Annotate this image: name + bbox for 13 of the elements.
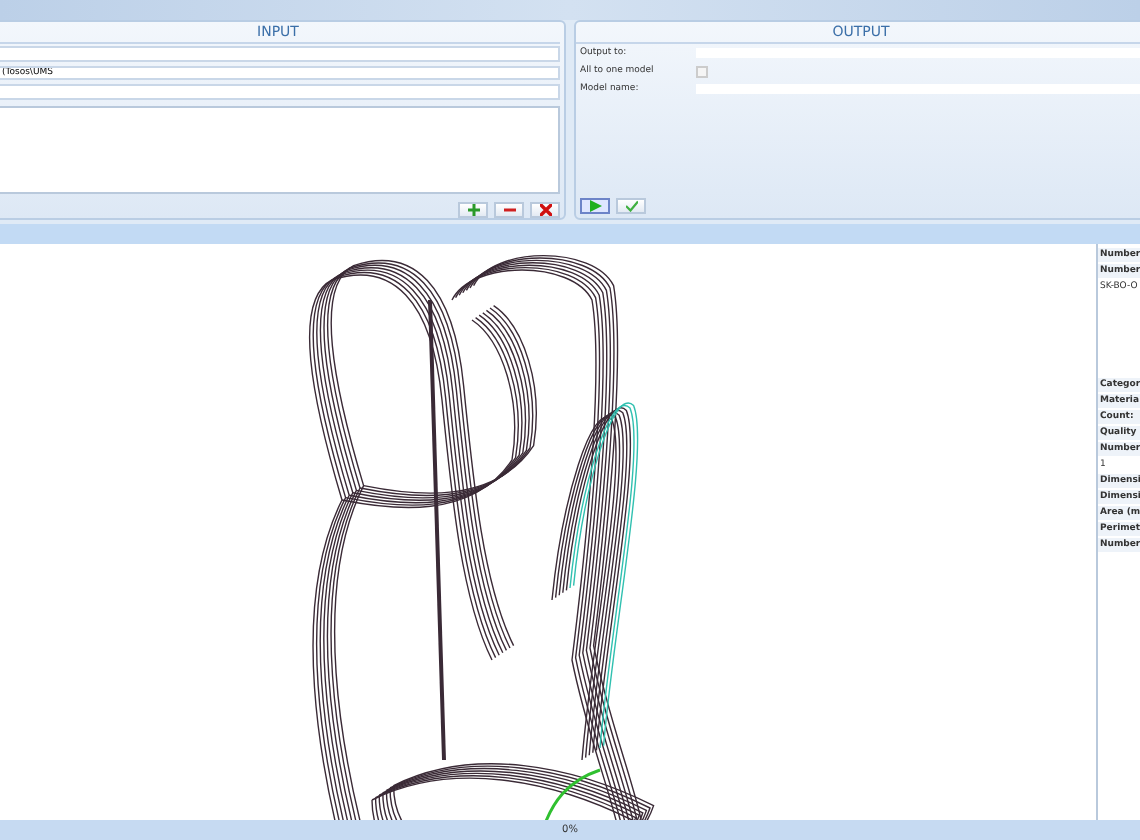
confirm-button[interactable]	[616, 198, 646, 214]
minus-icon	[503, 203, 515, 216]
close-icon	[539, 203, 551, 216]
add-button[interactable]	[458, 201, 488, 218]
checkbox[interactable]	[696, 65, 708, 77]
run-button[interactable]	[580, 198, 610, 214]
plus-icon	[467, 203, 479, 216]
play-icon	[589, 200, 601, 212]
delete-button[interactable]	[530, 201, 560, 218]
checkmark-icon	[625, 200, 637, 212]
remove-button[interactable]	[494, 201, 524, 218]
input-field[interactable]	[0, 84, 560, 101]
input-field[interactable]	[0, 46, 560, 62]
